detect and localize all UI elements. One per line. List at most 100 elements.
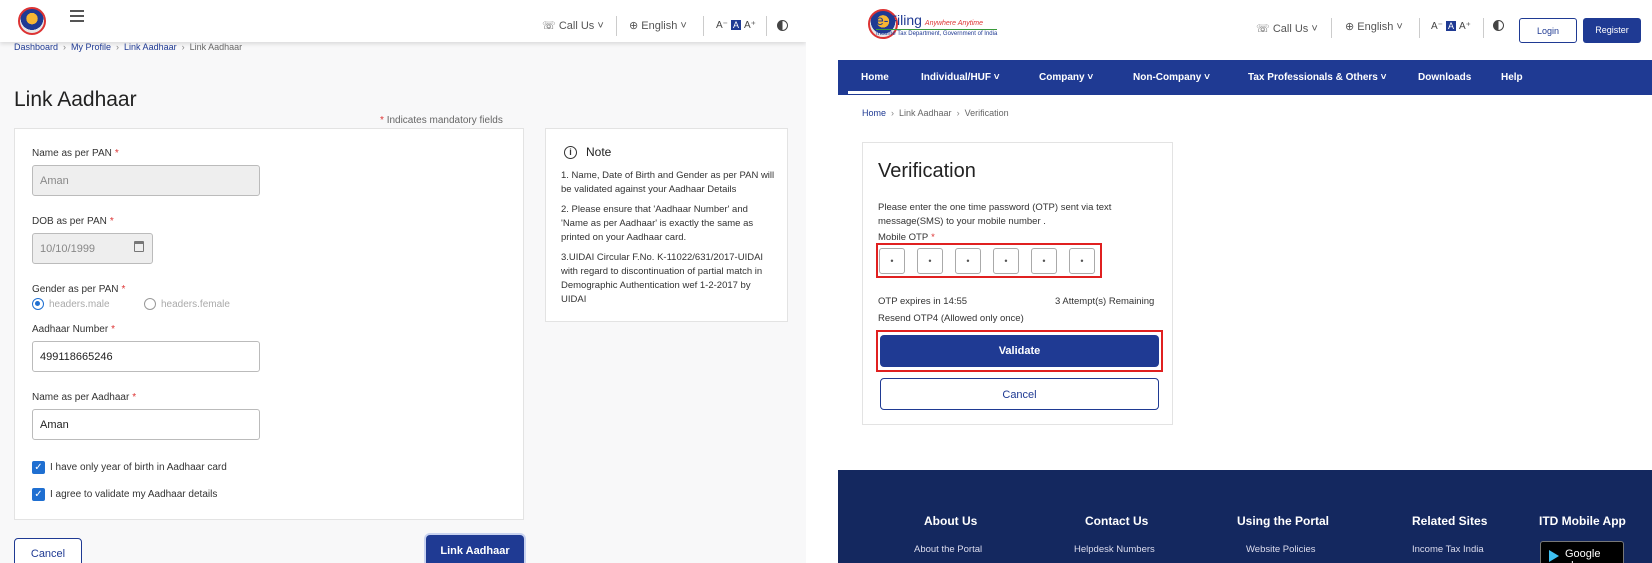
breadcrumb-link-aadhaar[interactable]: Link Aadhaar	[124, 42, 177, 52]
nav-downloads[interactable]: Downloads	[1418, 72, 1471, 83]
dob-label: DOB as per PAN *	[32, 216, 114, 227]
logo-name: e-Filing	[876, 12, 922, 28]
breadcrumb-dashboard[interactable]: Dashboard	[14, 42, 58, 52]
nav-tax-professionals[interactable]: Tax Professionals & Others ˅	[1248, 72, 1386, 83]
language-label: English	[641, 20, 678, 32]
font-size-controls: A⁻ A A⁺	[1431, 21, 1471, 32]
header-divider	[703, 16, 704, 36]
link-aadhaar-button[interactable]: Link Aadhaar	[426, 535, 524, 563]
attempts-remaining: 3 Attempt(s) Remaining	[1055, 296, 1155, 307]
nav-company[interactable]: Company ˅	[1039, 72, 1093, 83]
header-divider	[766, 16, 767, 36]
otp-digit-5[interactable]: •	[1031, 248, 1057, 274]
login-button[interactable]: Login	[1519, 18, 1577, 43]
register-button[interactable]: Register	[1583, 18, 1641, 43]
call-us-label: Call Us	[1272, 23, 1309, 35]
hamburger-menu-icon[interactable]	[70, 10, 84, 22]
aadhaar-number-input[interactable]: 499118665246	[32, 341, 260, 372]
name-aadhaar-input[interactable]: Aman	[32, 409, 260, 440]
note-card: i Note 1. Name, Date of Birth and Gender…	[545, 128, 788, 322]
google-play-badge[interactable]: Google play	[1540, 541, 1624, 563]
agree-validate-checkbox[interactable]: ✓	[32, 488, 45, 501]
cancel-button[interactable]: Cancel	[880, 378, 1159, 410]
header-divider	[1419, 18, 1420, 38]
font-normal-button[interactable]: A	[1445, 21, 1456, 31]
breadcrumb: Home › Link Aadhaar › Verification	[862, 108, 1009, 118]
breadcrumb-my-profile[interactable]: My Profile	[71, 42, 111, 52]
logo-subtitle: Income Tax Department, Government of Ind…	[876, 29, 998, 37]
contrast-toggle-icon[interactable]	[777, 20, 788, 31]
font-decrease-button[interactable]: A⁻	[716, 20, 728, 31]
call-us-label: Call Us	[558, 20, 595, 32]
gender-label: Gender as per PAN *	[32, 284, 126, 295]
nav-non-company[interactable]: Non-Company ˅	[1133, 72, 1210, 83]
language-selector[interactable]: ⊕ English ˅	[1345, 20, 1403, 33]
footer-link-helpdesk[interactable]: Helpdesk Numbers	[1074, 544, 1155, 555]
footer-heading-mobile-app: ITD Mobile App	[1539, 514, 1626, 528]
name-pan-label: Name as per PAN *	[32, 148, 119, 159]
footer-heading-about: About Us	[924, 514, 978, 528]
font-size-controls: A⁻ A A⁺	[716, 20, 756, 31]
dob-value: 10/10/1999	[40, 243, 96, 255]
footer-link-income-tax-india[interactable]: Income Tax India	[1412, 544, 1484, 555]
resend-otp-link[interactable]: Resend OTP4 (Allowed only once)	[878, 313, 1024, 324]
footer-heading-related: Related Sites	[1412, 514, 1488, 528]
language-selector[interactable]: ⊕ English ˅	[629, 19, 687, 32]
footer-heading-portal: Using the Portal	[1237, 514, 1330, 528]
aadhaar-number-label: Aadhaar Number *	[32, 324, 116, 335]
breadcrumb-current: Link Aadhaar	[189, 42, 243, 52]
note-item-3: 3.UIDAI Circular F.No. K-11022/631/2017-…	[561, 252, 764, 305]
year-of-birth-checkbox[interactable]: ✓	[32, 461, 45, 474]
verification-title: Verification	[878, 160, 976, 182]
header-divider	[1483, 18, 1484, 38]
language-label: English	[1357, 21, 1394, 33]
panel-gap	[806, 0, 838, 563]
breadcrumb-current: Verification	[964, 108, 1009, 118]
nav-individual-huf[interactable]: Individual/HUF ˅	[921, 72, 1000, 83]
gender-male-label: headers.male	[49, 299, 110, 310]
contrast-toggle-icon[interactable]	[1493, 20, 1504, 31]
nav-home[interactable]: Home	[861, 72, 889, 83]
year-of-birth-label: I have only year of birth in Aadhaar car…	[50, 462, 227, 473]
footer-link-website-policies[interactable]: Website Policies	[1246, 544, 1316, 555]
logo-tagline: Anywhere Anytime	[924, 20, 984, 27]
font-decrease-button[interactable]: A⁻	[1431, 21, 1443, 32]
mobile-otp-label: Mobile OTP *	[878, 232, 935, 243]
footer-heading-contact: Contact Us	[1085, 514, 1149, 528]
nav-help[interactable]: Help	[1501, 72, 1523, 83]
govt-emblem-icon	[18, 7, 46, 35]
otp-digit-2[interactable]: •	[917, 248, 943, 274]
font-normal-button[interactable]: A	[730, 20, 741, 30]
mandatory-note: * Indicates mandatory fields	[380, 115, 503, 126]
page-title: Link Aadhaar	[14, 88, 137, 111]
link-aadhaar-screen: ☏ Call Us ˅ ⊕ English ˅ A⁻ A A⁺ Dashboard ›…	[0, 0, 806, 563]
info-icon: i	[564, 146, 577, 159]
header-divider	[616, 16, 617, 36]
footer-link-about-portal[interactable]: About the Portal	[914, 544, 982, 555]
call-us-menu[interactable]: ☏ Call Us ˅	[1256, 22, 1318, 35]
otp-digit-3[interactable]: •	[955, 248, 981, 274]
name-pan-field: Aman	[32, 165, 260, 196]
font-increase-button[interactable]: A⁺	[1459, 21, 1471, 32]
top-header: ☏ Call Us ˅ ⊕ English ˅ A⁻ A A⁺	[0, 0, 806, 42]
mandatory-note-text: Indicates mandatory fields	[386, 115, 503, 126]
validate-button[interactable]: Validate	[880, 335, 1159, 367]
breadcrumb: Dashboard › My Profile › Link Aadhaar › Link A…	[14, 42, 243, 52]
gender-male-radio[interactable]	[32, 298, 44, 310]
otp-expiry: OTP expires in 14:55	[878, 296, 968, 307]
note-title: Note	[586, 145, 612, 159]
calendar-icon	[134, 241, 144, 252]
otp-digit-6[interactable]: •	[1069, 248, 1095, 274]
agree-validate-label: I agree to validate my Aadhaar details	[50, 489, 218, 500]
otp-digit-1[interactable]: •	[879, 248, 905, 274]
gender-female-label: headers.female	[161, 299, 230, 310]
breadcrumb-home[interactable]: Home	[862, 108, 886, 118]
otp-digit-4[interactable]: •	[993, 248, 1019, 274]
call-us-menu[interactable]: ☏ Call Us ˅	[542, 19, 604, 32]
nav-active-indicator	[848, 91, 890, 94]
cancel-button[interactable]: Cancel	[14, 538, 82, 563]
gender-female-radio[interactable]	[144, 298, 156, 310]
dob-field: 10/10/1999	[32, 233, 153, 264]
font-increase-button[interactable]: A⁺	[744, 20, 756, 31]
efiling-logo: e-Filing Anywhere Anytime	[876, 12, 983, 28]
